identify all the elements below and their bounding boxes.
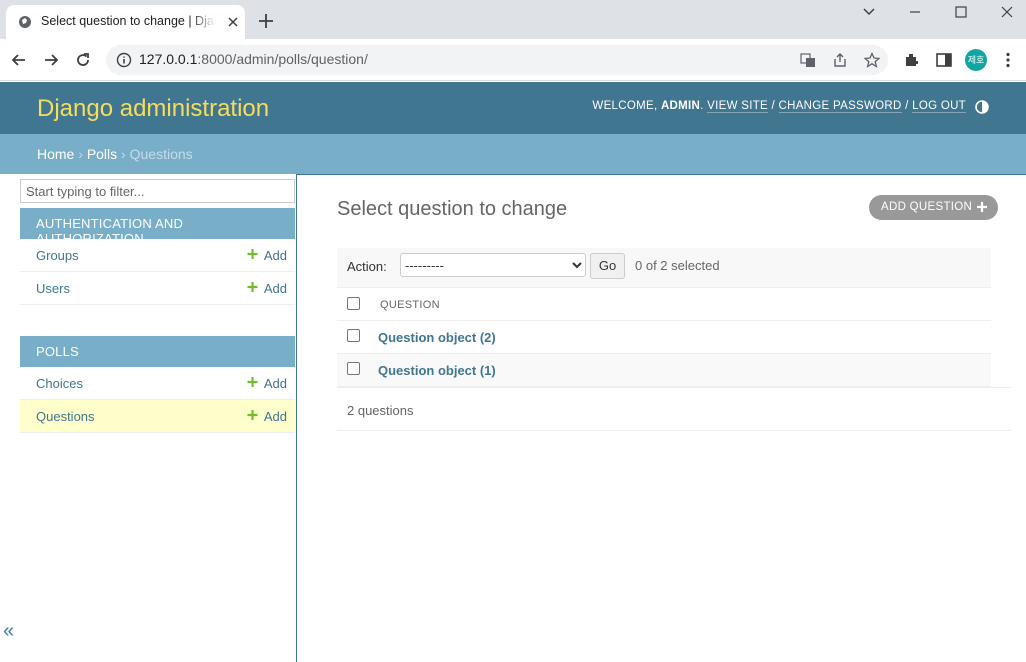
username: ADMIN	[660, 100, 701, 112]
add-question-button[interactable]: ADD QUESTION	[869, 195, 999, 220]
browser-tabstrip: Select question to change | Django site …	[0, 0, 1026, 39]
column-header-question[interactable]: QUESTION	[380, 299, 440, 311]
translate-icon[interactable]	[800, 52, 816, 68]
table-row: Question object (1)	[337, 354, 991, 387]
paginator: 2 questions	[337, 387, 1011, 431]
user-tools: WELCOME, ADMIN. VIEW SITE / CHANGE PASSW…	[592, 100, 966, 113]
bookmark-star-icon[interactable]	[864, 52, 880, 68]
add-question-label: ADD QUESTION	[881, 201, 973, 213]
selection-counter: 0 of 2 selected	[635, 258, 720, 273]
model-link-groups[interactable]: Groups	[36, 248, 79, 263]
breadcrumb-polls[interactable]: Polls	[87, 146, 117, 162]
share-icon[interactable]	[832, 52, 848, 68]
url-host: 127.0.0.1	[139, 51, 198, 67]
question-link[interactable]: Question object (2)	[378, 330, 496, 345]
action-select[interactable]: ---------	[400, 253, 586, 277]
minimize-icon[interactable]	[892, 3, 938, 21]
separator: /	[768, 100, 779, 112]
sidebar-item-questions: Questions Add	[20, 400, 295, 433]
site-branding[interactable]: Django administration	[37, 95, 269, 123]
action-label: Action:	[347, 259, 387, 274]
breadcrumb-current: Questions	[129, 146, 193, 162]
add-questions-link[interactable]: Add	[264, 409, 287, 424]
extensions-icon[interactable]	[903, 51, 921, 69]
log-out-link[interactable]: LOG OUT	[912, 100, 966, 113]
site-header: Django administration WELCOME, ADMIN. VI…	[0, 82, 1026, 134]
new-tab-icon[interactable]	[257, 12, 275, 30]
maximize-icon[interactable]	[938, 3, 984, 21]
globe-icon	[19, 16, 31, 28]
result-count: 2 questions	[347, 403, 414, 418]
back-icon[interactable]	[9, 50, 29, 70]
forward-icon[interactable]	[41, 50, 61, 70]
tab-title: Select question to change | Django site …	[41, 14, 216, 28]
add-plus-icon	[247, 249, 258, 259]
main-content: Select question to change ADD QUESTION A…	[296, 174, 1026, 662]
model-link-users[interactable]: Users	[36, 281, 70, 296]
breadcrumb: Home › Polls › Questions	[0, 134, 1026, 174]
close-window-icon[interactable]	[984, 3, 1026, 21]
add-plus-icon	[247, 410, 258, 420]
view-site-link[interactable]: VIEW SITE	[707, 100, 768, 113]
select-all-checkbox[interactable]	[347, 297, 360, 310]
go-button[interactable]: Go	[590, 253, 625, 279]
sidebar-item-groups: Groups Add	[20, 239, 295, 272]
results-header: QUESTION	[337, 287, 991, 321]
toggle-sidebar-button[interactable]: «	[3, 620, 14, 643]
reload-icon[interactable]	[73, 50, 93, 70]
plus-icon	[977, 202, 988, 212]
breadcrumb-separator: ›	[117, 146, 130, 162]
model-link-questions[interactable]: Questions	[36, 409, 95, 424]
sidebar-item-choices: Choices Add	[20, 367, 295, 400]
add-plus-icon	[247, 282, 258, 292]
actions-bar: Action: --------- Go 0 of 2 selected	[337, 248, 991, 288]
breadcrumb-separator: ›	[74, 146, 87, 162]
breadcrumb-home[interactable]: Home	[37, 146, 74, 162]
nav-filter-input[interactable]	[20, 179, 295, 203]
site-info-icon[interactable]	[116, 52, 132, 68]
change-password-link[interactable]: CHANGE PASSWORD	[778, 100, 902, 113]
browser-tab[interactable]: Select question to change | Django site …	[6, 5, 245, 39]
app-caption-auth[interactable]: AUTHENTICATION AND AUTHORIZATION	[20, 208, 295, 246]
nav-sidebar: AUTHENTICATION AND AUTHORIZATION Groups …	[0, 174, 296, 662]
question-link[interactable]: Question object (1)	[378, 363, 496, 378]
profile-avatar[interactable]: 제호	[965, 49, 987, 71]
side-panel-icon[interactable]	[935, 51, 953, 69]
page-title: Select question to change	[337, 198, 568, 220]
welcome-text: WELCOME,	[592, 100, 661, 112]
close-tab-icon[interactable]	[226, 15, 240, 29]
table-row: Question object (2)	[337, 321, 991, 354]
sidebar-item-users: Users Add	[20, 272, 295, 305]
app-caption-polls[interactable]: POLLS	[20, 336, 295, 367]
address-bar[interactable]: 127.0.0.1:8000/admin/polls/question/	[106, 45, 888, 75]
add-choices-link[interactable]: Add	[264, 376, 287, 391]
url-path: :8000/admin/polls/question/	[197, 51, 368, 67]
separator: /	[901, 100, 913, 112]
browser-menu-icon[interactable]	[999, 51, 1017, 69]
add-users-link[interactable]: Add	[264, 281, 287, 296]
row-checkbox[interactable]	[347, 362, 360, 375]
theme-toggle-icon[interactable]	[975, 100, 989, 114]
add-groups-link[interactable]: Add	[264, 248, 287, 263]
row-checkbox[interactable]	[347, 329, 360, 342]
tab-search-icon[interactable]	[846, 3, 892, 21]
browser-toolbar: 127.0.0.1:8000/admin/polls/question/	[0, 39, 1026, 81]
add-plus-icon	[247, 377, 258, 387]
model-link-choices[interactable]: Choices	[36, 376, 83, 391]
url-text: 127.0.0.1:8000/admin/polls/question/	[139, 51, 368, 67]
